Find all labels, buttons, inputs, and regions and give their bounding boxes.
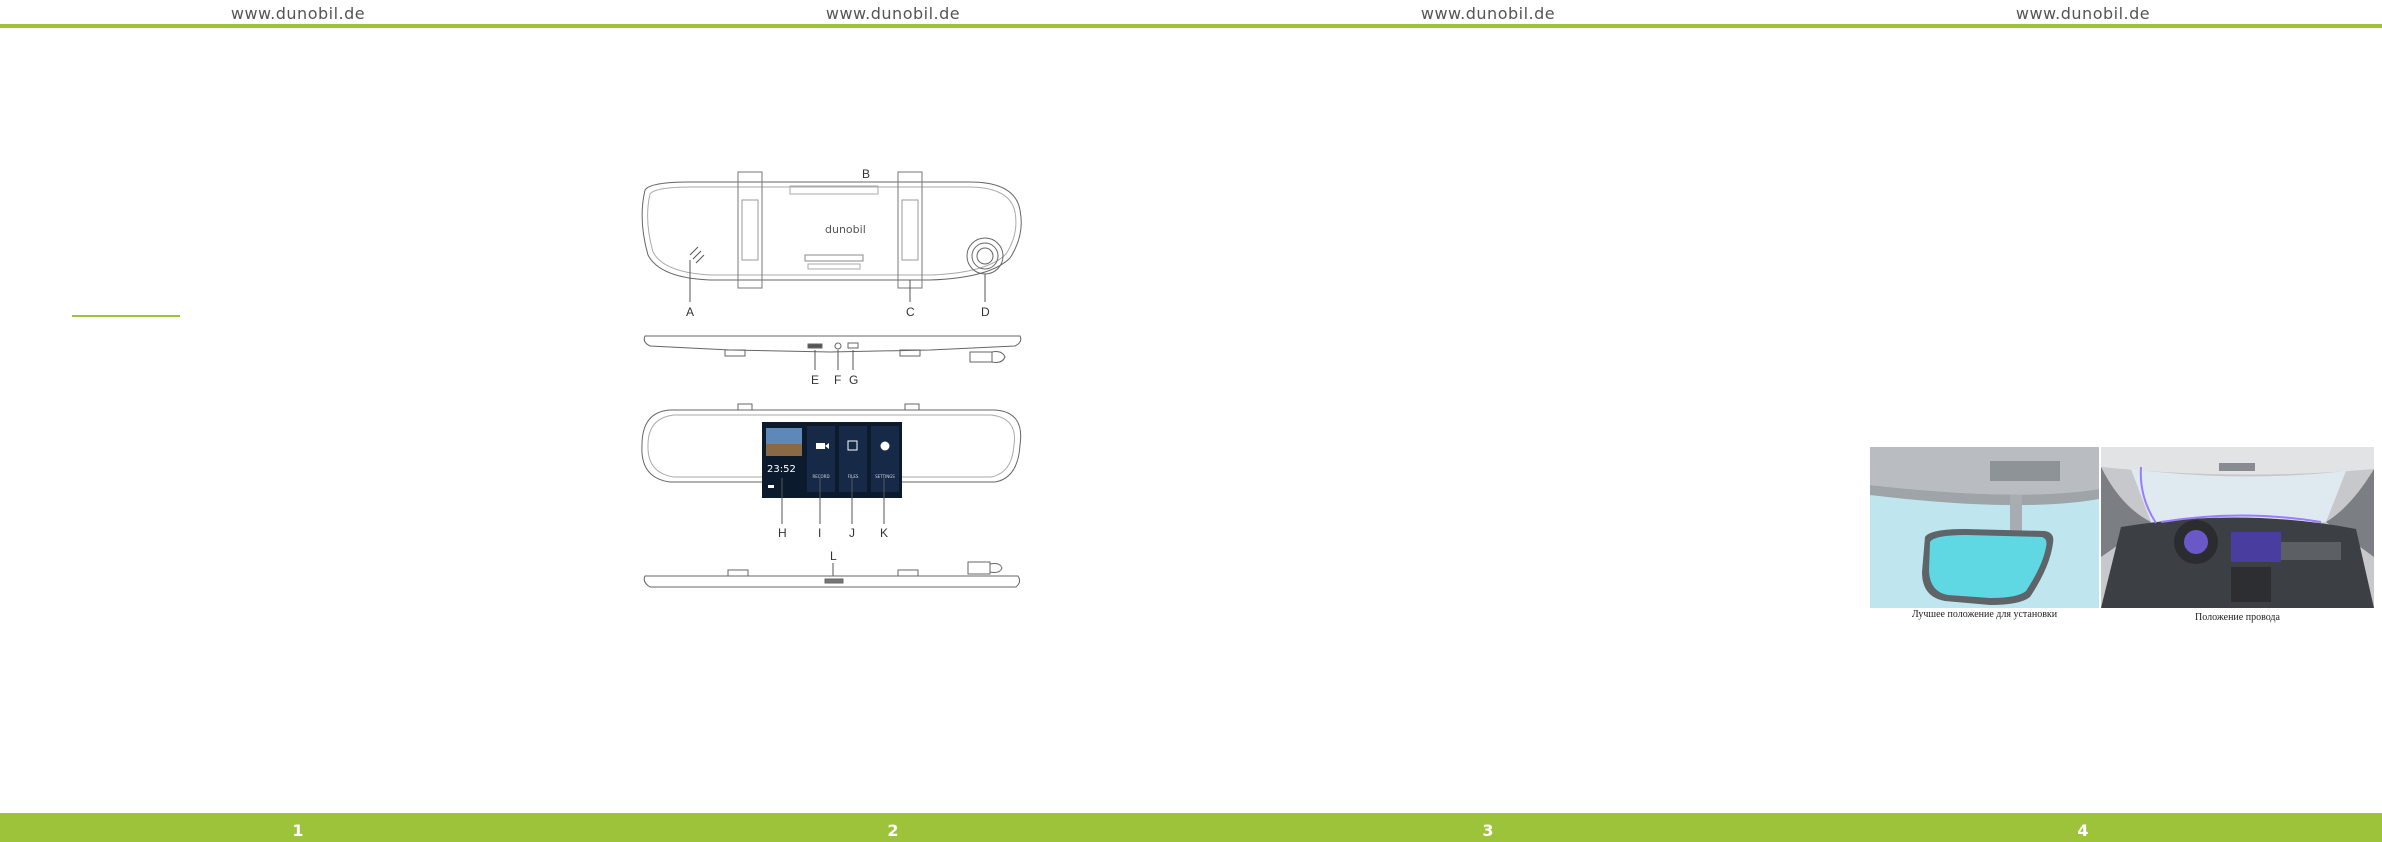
header-url: www.dunobil.de [230, 4, 366, 23]
header-url: www.dunobil.de [1420, 4, 1556, 23]
screen-tile-settings [871, 426, 899, 492]
page-number: 2 [887, 821, 899, 840]
label-b: B [862, 167, 870, 181]
cable-position-photo [2101, 447, 2374, 608]
page-number: 1 [292, 821, 304, 840]
settings-icon [880, 441, 890, 451]
screen-tile-record [807, 426, 835, 492]
page-number: 3 [1482, 821, 1494, 840]
section-accent-line [72, 315, 180, 317]
mirror-bottom-view [643, 335, 1022, 363]
label-k: K [880, 526, 888, 540]
header-url: www.dunobil.de [2015, 4, 2151, 23]
screen-menu-record: RECORD [812, 474, 829, 479]
screen-menu-files: FILES [848, 474, 859, 479]
screen-thumbnail-ground [766, 444, 802, 456]
page-number: 4 [2077, 821, 2089, 840]
label-j: J [849, 526, 855, 540]
record-icon [816, 443, 825, 449]
header-url: www.dunobil.de [825, 4, 961, 23]
label-c: C [906, 305, 915, 319]
screen-menu-settings: SETTINGS [875, 474, 895, 479]
label-e: E [811, 373, 819, 387]
label-a: A [686, 305, 694, 319]
screen-tile-files [839, 426, 867, 492]
mirror-photo-svg [1870, 447, 2099, 608]
label-g: G [849, 373, 858, 387]
label-h: H [778, 526, 787, 540]
mirror-top-view [643, 561, 1021, 588]
mirror-photo-caption: Лучшее положение для установки [1911, 609, 2058, 620]
screen-time: 23:52 [767, 464, 796, 475]
screen-battery-icon [768, 485, 774, 488]
label-i: I [818, 526, 821, 540]
cable-photo-svg [2101, 447, 2374, 608]
label-f: F [834, 373, 841, 387]
page-footer: 1 2 3 4 [0, 813, 2382, 842]
header-divider [0, 24, 2382, 28]
brand-logo-text: dunobil [825, 223, 866, 236]
device-diagram: B dunobil A C D E F G 23:52 RECORD FILES… [630, 160, 1030, 600]
cable-photo-caption: Положение провода [2195, 612, 2280, 623]
page-header: www.dunobil.de www.dunobil.de www.dunobi… [0, 0, 2382, 30]
label-l: L [830, 549, 837, 563]
device-diagram-svg: B dunobil A C D E F G 23:52 RECORD FILES… [641, 167, 1022, 588]
label-d: D [981, 305, 990, 319]
mirror-position-photo [1870, 447, 2099, 608]
